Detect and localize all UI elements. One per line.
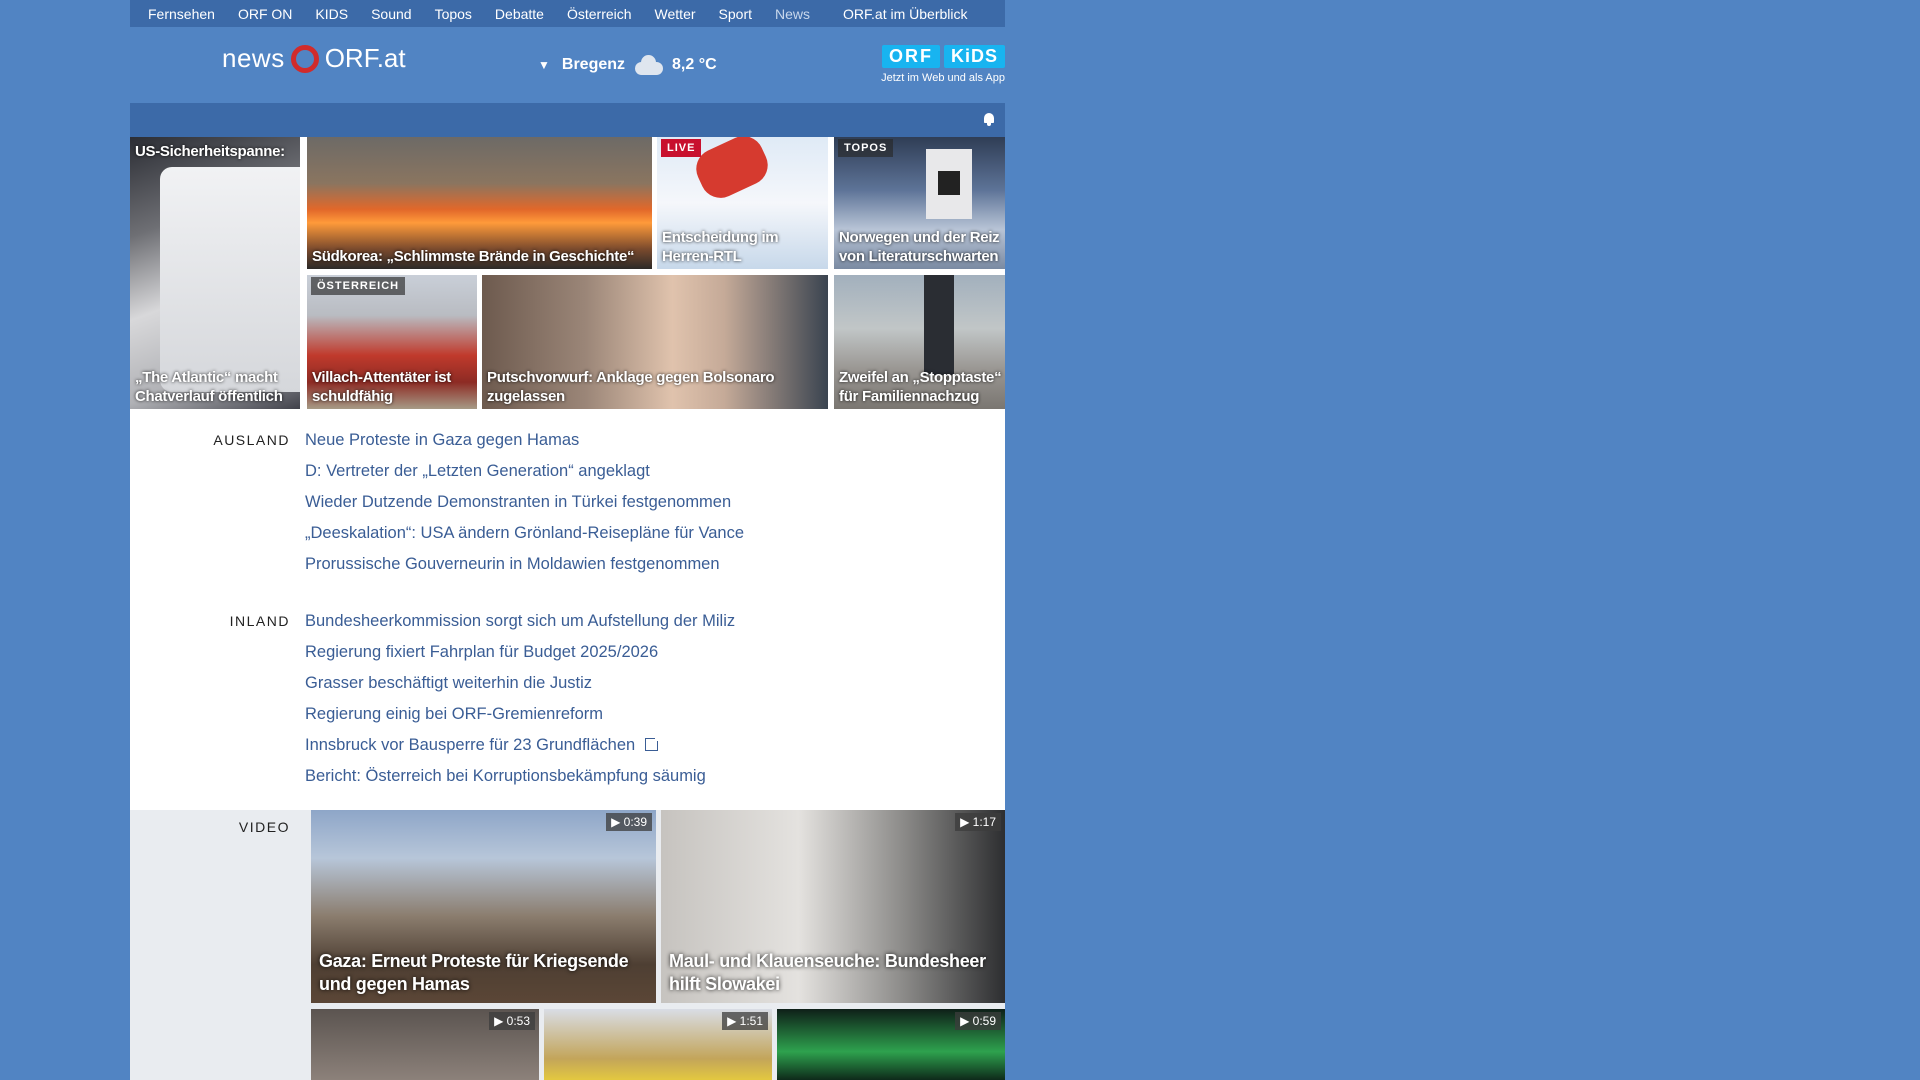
teaser-villach-attentaeter[interactable]: ÖSTERREICH Villach-Attentäter ist schuld…: [307, 275, 477, 409]
news-lists: AUSLAND Neue Proteste in Gaza gegen Hama…: [130, 409, 1005, 810]
nav-orf-on[interactable]: ORF ON: [238, 6, 292, 22]
orf-kids-promo[interactable]: ORF KiDS Jetzt im Web und als App: [881, 45, 1005, 84]
weather-city: Bregenz: [561, 56, 626, 73]
video-tile[interactable]: ▶ 1:51: [544, 1009, 772, 1080]
nav-oesterreich[interactable]: Österreich: [567, 6, 632, 22]
external-link-icon: [645, 736, 661, 751]
top-navigation: Fernsehen ORF ON KIDS Sound Topos Debatt…: [130, 0, 1005, 27]
story-link[interactable]: Prorussische Gouverneurin in Moldawien f…: [305, 553, 744, 584]
story-link[interactable]: Regierung einig bei ORF-Gremienreform: [305, 703, 735, 734]
nav-sound[interactable]: Sound: [371, 6, 411, 22]
story-link-text: Innsbruck vor Bausperre für 23 Grundfläc…: [305, 736, 636, 754]
orf-ring-icon: [290, 44, 319, 73]
story-list: Bundesheerkommission sorgt sich um Aufst…: [305, 610, 735, 796]
story-link[interactable]: Neue Proteste in Gaza gegen Hamas: [305, 429, 744, 460]
video-duration: ▶ 1:51: [722, 1012, 768, 1030]
video-tile[interactable]: ▶ 0:59: [777, 1009, 1005, 1080]
story-link[interactable]: Grasser beschäftigt weiterhin die Justiz: [305, 672, 735, 703]
nav-debatte[interactable]: Debatte: [495, 6, 544, 22]
cloud-icon: [633, 55, 664, 75]
video-klauenseuche[interactable]: ▶ 1:17 Maul- und Klauenseuche: Bundeshee…: [661, 810, 1005, 1003]
teaser-image: [924, 275, 954, 375]
teaser-bolsonaro[interactable]: Putschvorwurf: Anklage gegen Bolsonaro z…: [482, 275, 828, 409]
teaser-image: [160, 167, 300, 392]
story-link[interactable]: Regierung fixiert Fahrplan für Budget 20…: [305, 641, 735, 672]
teaser-us-sicherheitspanne[interactable]: US-Sicherheitspanne: „The Atlantic“ mach…: [130, 137, 300, 409]
story-link[interactable]: D: Vertreter der „Letzten Generation“ an…: [305, 460, 744, 491]
teaser-norwegen-literatur[interactable]: TOPOS Norwegen und der Reiz von Literatu…: [834, 137, 1005, 269]
bell-icon[interactable]: [983, 112, 995, 126]
teaser-familiennachzug[interactable]: Zweifel an „Stopptaste“ für Familiennach…: [834, 275, 1005, 409]
nav-fernsehen[interactable]: Fernsehen: [148, 6, 215, 22]
video-sidebar: [130, 810, 311, 1080]
notification-bar: [130, 103, 1005, 137]
orf-kids-logo: ORF KiDS: [881, 45, 1005, 68]
video-section: VIDEO ▶ 0:39 Gaza: Erneut Proteste für K…: [130, 810, 1005, 1080]
live-badge: LIVE: [661, 139, 702, 157]
section-label: AUSLAND: [213, 432, 290, 448]
nav-kids[interactable]: KIDS: [315, 6, 348, 22]
teaser-overline: US-Sicherheitspanne:: [135, 143, 285, 160]
section-label: INLAND: [229, 613, 290, 629]
video-tile[interactable]: ▶ 0:53: [311, 1009, 539, 1080]
page: Fernsehen ORF ON KIDS Sound Topos Debatt…: [130, 0, 1005, 1080]
teaser-image: [926, 149, 972, 219]
story-link-external[interactable]: Innsbruck vor Bausperre für 23 Grundfläc…: [305, 734, 735, 765]
caret-down-icon: ▼: [538, 58, 550, 72]
story-list: Neue Proteste in Gaza gegen Hamas D: Ver…: [305, 429, 744, 584]
video-duration: ▶ 1:17: [955, 813, 1001, 831]
teaser-caption: Südkorea: „Schlimmste Brände in Geschich…: [312, 248, 635, 265]
teaser-caption: „The Atlantic“ macht Chatverlauf öffentl…: [135, 369, 283, 405]
logo-news-text: news: [222, 43, 285, 73]
nav-topos[interactable]: Topos: [435, 6, 472, 22]
section-label: VIDEO: [238, 819, 290, 835]
kids-promo-text: Jetzt im Web und als App: [881, 72, 1005, 84]
teaser-caption: Villach-Attentäter ist schuldfähig: [312, 369, 451, 405]
section-ausland: AUSLAND Neue Proteste in Gaza gegen Hama…: [130, 429, 1005, 584]
site-header: news ORF.at ▼ Bregenz 8,2 °C ORF KiDS Je…: [130, 27, 1005, 103]
kids-badge: KiDS: [943, 45, 1005, 68]
story-link[interactable]: Bundesheerkommission sorgt sich um Aufst…: [305, 610, 735, 641]
logo-orf-text: ORF.at: [324, 43, 406, 73]
story-link[interactable]: Wieder Dutzende Demonstranten in Türkei …: [305, 491, 744, 522]
news-orf-logo[interactable]: news ORF.at: [222, 43, 406, 74]
nav-wetter[interactable]: Wetter: [655, 6, 696, 22]
teaser-caption: Entscheidung im Herren-RTL: [662, 229, 779, 265]
teaser-image: [689, 137, 775, 205]
section-inland: INLAND Bundesheerkommission sorgt sich u…: [130, 610, 1005, 796]
video-duration: ▶ 0:53: [489, 1012, 535, 1030]
topos-badge: TOPOS: [838, 139, 894, 157]
teaser-caption: Zweifel an „Stopptaste“ für Familiennach…: [839, 369, 1002, 405]
teaser-caption: Norwegen und der Reiz von Literaturschwa…: [839, 229, 1000, 265]
nav-overview[interactable]: ORF.at im Überblick: [843, 6, 967, 22]
weather-widget[interactable]: ▼ Bregenz 8,2 °C: [538, 55, 717, 75]
teaser-grid: US-Sicherheitspanne: „The Atlantic“ mach…: [130, 137, 1005, 409]
oesterreich-badge: ÖSTERREICH: [311, 277, 406, 295]
weather-temperature: 8,2 °C: [672, 56, 717, 73]
teaser-herren-rtl[interactable]: LIVE Entscheidung im Herren-RTL: [657, 137, 828, 269]
orf-badge: ORF: [881, 45, 940, 68]
nav-sport[interactable]: Sport: [719, 6, 752, 22]
story-link[interactable]: Bericht: Österreich bei Korruptionsbekäm…: [305, 765, 735, 796]
teaser-suedkorea-braende[interactable]: Südkorea: „Schlimmste Brände in Geschich…: [307, 137, 652, 269]
teaser-caption: Putschvorwurf: Anklage gegen Bolsonaro z…: [487, 369, 775, 405]
nav-news[interactable]: News: [775, 6, 810, 22]
video-caption: Maul- und Klauenseuche: Bundesheer hilft…: [669, 951, 986, 994]
video-gaza-proteste[interactable]: ▶ 0:39 Gaza: Erneut Proteste für Kriegse…: [311, 810, 656, 1003]
video-duration: ▶ 0:59: [955, 1012, 1001, 1030]
video-caption: Gaza: Erneut Proteste für Kriegsende und…: [319, 951, 629, 994]
video-duration: ▶ 0:39: [606, 813, 652, 831]
story-link[interactable]: „Deeskalation“: USA ändern Grönland-Reis…: [305, 522, 744, 553]
